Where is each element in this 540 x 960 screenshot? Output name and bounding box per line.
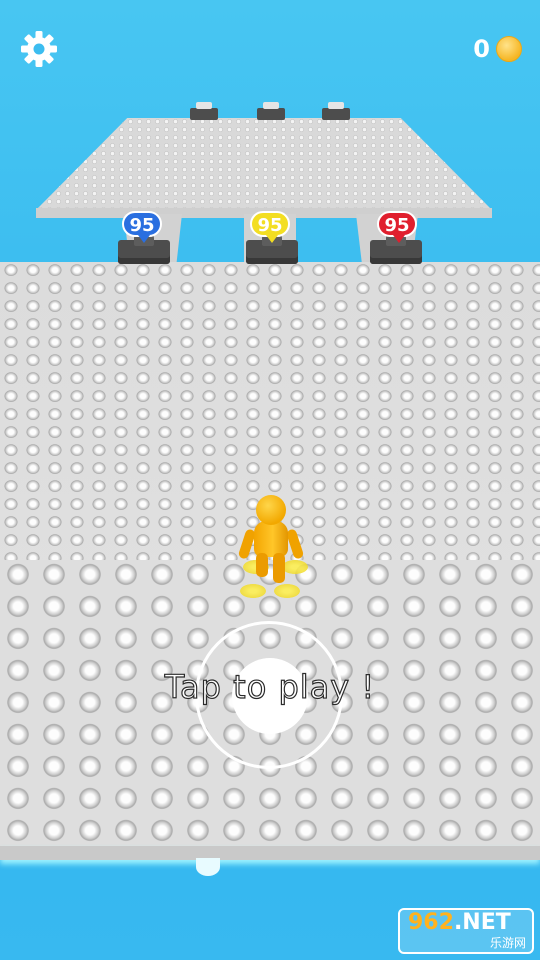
water-splash	[196, 858, 220, 876]
enemy-strength-badge-yellow: 95	[250, 211, 290, 243]
site-watermark: 962.NET 乐游网	[398, 908, 534, 954]
far-tank-middle	[257, 102, 285, 120]
enemy-tank-yellow	[246, 234, 298, 264]
settings-button[interactable]	[20, 30, 58, 68]
coin-counter: 0	[473, 33, 522, 65]
watermark-suffix: .NET	[453, 909, 511, 935]
player-leg	[273, 553, 285, 583]
player-body	[254, 521, 288, 557]
coin-count: 0	[473, 35, 490, 63]
tap-to-play-prompt[interactable]: Tap to play !	[0, 667, 540, 706]
game-scene[interactable]: 95 95 95 Tap to play !	[0, 0, 540, 960]
enemy-strength-badge-red: 95	[377, 211, 417, 243]
watermark-number: 962	[408, 909, 454, 935]
enemy-strength-badge-blue: 95	[122, 211, 162, 243]
gear-icon	[21, 31, 57, 67]
watermark-logo: 962.NET	[408, 909, 532, 935]
player-character	[237, 495, 305, 605]
enemy-tank-blue	[118, 234, 170, 264]
player-arm	[285, 528, 305, 560]
watermark-subtitle: 乐游网	[489, 935, 526, 950]
player-leg	[256, 553, 268, 577]
far-tank-right	[322, 102, 350, 120]
far-tank-left	[190, 102, 218, 120]
coin-icon	[496, 36, 522, 62]
enemy-tank-red	[370, 234, 422, 264]
player-head	[256, 495, 286, 525]
platform-edge	[0, 846, 540, 860]
